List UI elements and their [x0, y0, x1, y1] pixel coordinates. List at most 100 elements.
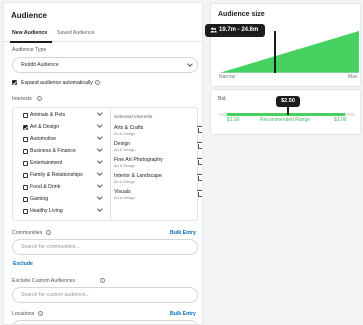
selected-interest-category: Art & Design: [114, 132, 136, 136]
interest-label: Business & Finance: [30, 148, 76, 154]
selected-interest: Interior & Landscape Art & Design: [114, 173, 202, 189]
locations-bulk-entry-link[interactable]: Bulk Entry: [170, 311, 196, 317]
exclude-custom-label: Exclude Custom Audiences: [12, 278, 76, 284]
interest-label: Art & Design: [30, 124, 60, 130]
interest-label: Automotive: [30, 136, 56, 142]
interest-checkbox[interactable]: [23, 161, 28, 166]
selected-interest: Fine Art Photography Art & Design: [114, 157, 202, 173]
trash-icon[interactable]: [197, 190, 202, 197]
interest-item[interactable]: Animals & Pets: [13, 109, 109, 120]
expand-audience-label: Expand audience automatically: [21, 80, 93, 86]
chevron-down-icon[interactable]: [97, 110, 103, 116]
communities-search-input[interactable]: [12, 239, 198, 255]
active-tab-indicator: [10, 41, 52, 43]
trash-icon[interactable]: [197, 142, 202, 149]
max-label: Max: [348, 74, 358, 80]
selected-interests-header: Selected Interests: [114, 115, 153, 120]
bid-max-label: $3.00: [334, 117, 347, 123]
info-icon[interactable]: i: [37, 96, 42, 101]
interest-checkbox[interactable]: [23, 185, 28, 190]
interest-item[interactable]: Family & Relationships: [13, 169, 109, 180]
info-icon[interactable]: i: [100, 278, 105, 283]
interests-box: Animals & Pets Art & Design Automotive B…: [12, 107, 202, 221]
audience-tabs: New Audience Saved Audience: [4, 29, 202, 43]
audience-type-value: Reddit Audience: [21, 62, 59, 68]
trash-icon[interactable]: [197, 174, 202, 181]
interest-item[interactable]: Gaming: [13, 193, 109, 204]
selected-interest-category: Art & Design: [114, 180, 136, 184]
audience-size-range: 19.7m - 24.6m: [219, 27, 259, 33]
expand-audience-checkbox[interactable]: [12, 80, 17, 85]
chevron-down-icon: [187, 61, 193, 67]
trash-icon[interactable]: [197, 126, 202, 133]
chevron-down-icon[interactable]: [97, 146, 103, 152]
selected-interest-name: Fine Art Photography: [114, 157, 163, 163]
interest-label: Entertainment: [30, 160, 63, 166]
interest-item[interactable]: Automotive: [13, 133, 109, 144]
info-icon[interactable]: i: [38, 311, 43, 316]
audience-size-card: Audience size Narrow Max: [210, 3, 361, 87]
interest-checkbox[interactable]: [23, 173, 28, 178]
interests-divider: [110, 110, 111, 220]
interest-item[interactable]: Entertainment: [13, 157, 109, 168]
interests-label: Interests: [12, 96, 32, 102]
interest-label: Gaming: [30, 196, 49, 202]
chevron-down-icon[interactable]: [97, 206, 103, 212]
interest-label: Healthy Living: [30, 208, 63, 214]
chevron-down-icon[interactable]: [97, 170, 103, 176]
communities-bulk-entry-link[interactable]: Bulk Entry: [170, 230, 196, 236]
interest-checkbox[interactable]: [23, 149, 28, 154]
chevron-down-icon[interactable]: [97, 182, 103, 188]
audience-size-title: Audience size: [218, 11, 265, 18]
interest-checkbox[interactable]: [23, 137, 28, 142]
chevron-down-icon[interactable]: [97, 194, 103, 200]
locations-input[interactable]: [12, 320, 198, 324]
interest-item[interactable]: Food & Drink: [13, 181, 109, 192]
selected-interest-category: Art & Design: [114, 164, 136, 168]
audience-size-graph: [219, 31, 359, 73]
trash-icon[interactable]: [197, 158, 202, 165]
selected-interest: Arts & Crafts Art & Design: [114, 125, 202, 141]
tab-new-audience[interactable]: New Audience: [12, 30, 47, 36]
audience-type-select[interactable]: Reddit Audience: [12, 57, 198, 73]
interest-item[interactable]: Art & Design: [13, 121, 109, 132]
communities-label: Communities: [12, 230, 43, 236]
tab-saved-audience[interactable]: Saved Audience: [57, 30, 95, 36]
chevron-down-icon[interactable]: [97, 158, 103, 164]
locations-label: Locations: [12, 311, 35, 317]
selected-interest-name: Arts & Crafts: [114, 125, 144, 131]
bid-recommended-range: [227, 113, 345, 116]
users-icon: [210, 27, 217, 33]
audience-panel: Audience New Audience Saved Audience Aud…: [3, 2, 203, 325]
bid-recommended-label: Recommended Range: [260, 117, 311, 123]
selected-interest: Design Art & Design: [114, 141, 202, 157]
selected-interest-category: Art & Design: [114, 196, 136, 200]
panel-title: Audience: [11, 11, 48, 20]
selected-interest-name: Design: [114, 141, 131, 147]
custom-audience-search-input[interactable]: [12, 287, 198, 303]
interest-checkbox[interactable]: [23, 113, 28, 118]
interest-label: Animals & Pets: [30, 112, 66, 118]
selected-interest-name: Interior & Landscape: [114, 173, 162, 179]
bid-label: Bid: [218, 96, 226, 102]
interest-label: Family & Relationships: [30, 172, 83, 178]
chevron-down-icon[interactable]: [97, 134, 103, 140]
interest-checkbox[interactable]: [23, 209, 28, 214]
interest-checkbox[interactable]: [23, 197, 28, 202]
narrow-label: Narrow: [219, 74, 236, 80]
interest-item[interactable]: Healthy Living: [13, 205, 109, 216]
selected-interest: Visuals Art & Design: [114, 189, 202, 205]
interest-checkbox[interactable]: [23, 125, 28, 130]
interest-label: Food & Drink: [30, 184, 61, 190]
bid-value-badge: $2.50: [276, 96, 300, 107]
info-icon[interactable]: i: [46, 230, 51, 235]
exclude-link[interactable]: Exclude: [13, 261, 33, 267]
interest-item[interactable]: Business & Finance: [13, 145, 109, 156]
audience-size-area: [219, 31, 359, 73]
selected-interest-name: Visuals: [114, 189, 131, 195]
chevron-down-icon[interactable]: [97, 122, 103, 128]
selected-interest-category: Art & Design: [114, 148, 136, 152]
audience-size-tooltip: 19.7m - 24.6m: [205, 24, 265, 37]
bid-card: Bid $2.50 $1.00 Recommended Range $3.00: [210, 89, 361, 135]
info-icon[interactable]: i: [95, 80, 100, 85]
